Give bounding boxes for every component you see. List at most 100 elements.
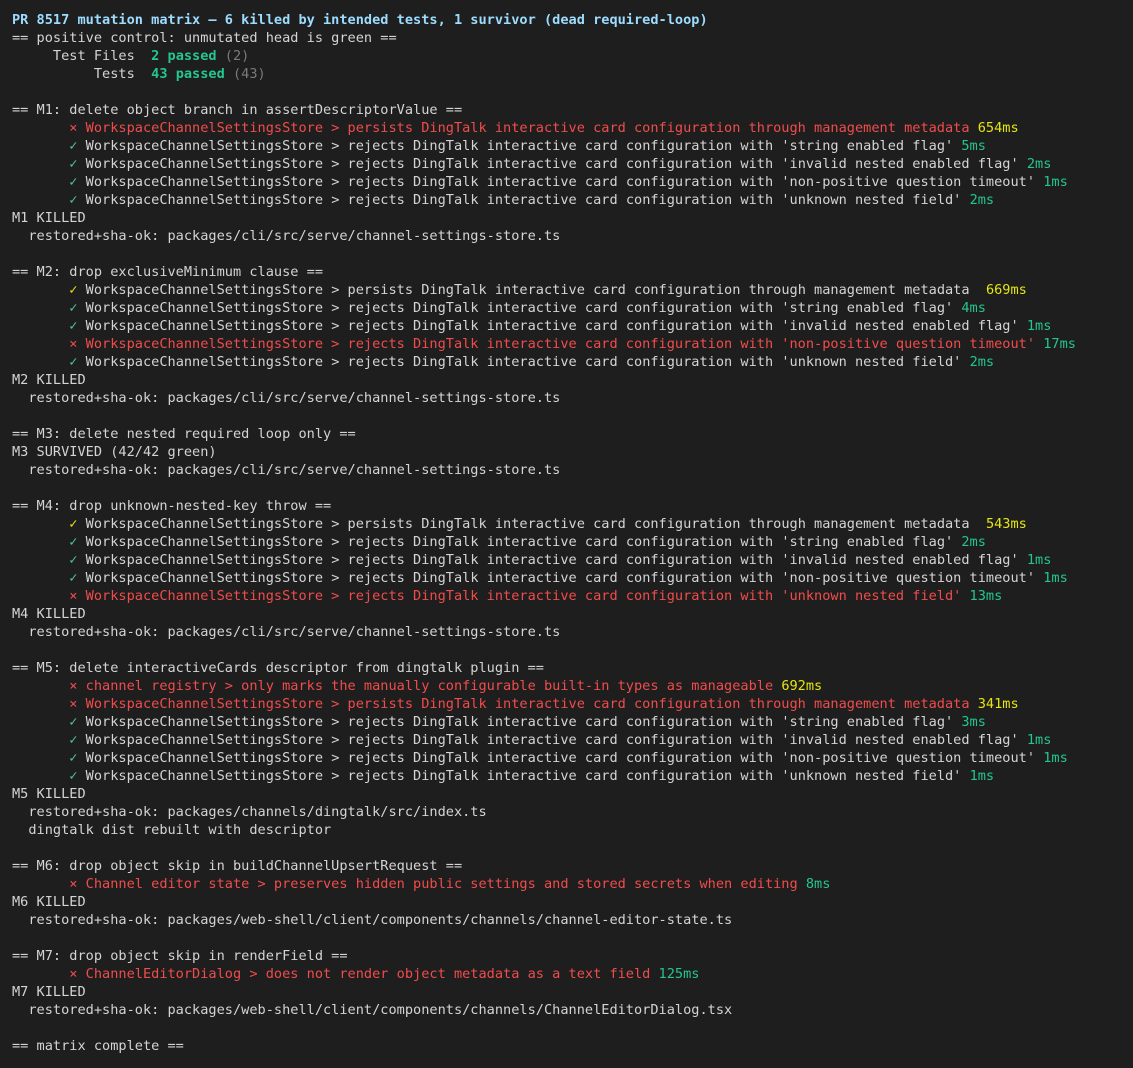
terminal-line: PR 8517 mutation matrix — 6 killed by in…	[12, 11, 1133, 29]
line-segment: 125ms	[658, 966, 700, 982]
line-segment: × WorkspaceChannelSettingsStore > persis…	[12, 696, 978, 712]
line-segment: 4ms	[961, 300, 986, 316]
line-segment: 2ms	[969, 192, 995, 208]
terminal-line: ✓ WorkspaceChannelSettingsStore > reject…	[12, 173, 1133, 191]
line-segment: 5ms	[961, 138, 986, 154]
line-segment: == M6: drop object skip in buildChannelU…	[12, 858, 463, 874]
line-segment: M2 KILLED	[12, 372, 86, 388]
line-segment: × Channel editor state > preserves hidde…	[12, 876, 806, 892]
line-segment: 1ms	[1026, 732, 1052, 748]
terminal-line: ✓ WorkspaceChannelSettingsStore > reject…	[12, 551, 1133, 569]
terminal-line: × WorkspaceChannelSettingsStore > persis…	[12, 695, 1133, 713]
terminal-line: restored+sha-ok: packages/channels/dingt…	[12, 803, 1133, 821]
line-segment: WorkspaceChannelSettingsStore > rejects …	[77, 570, 1044, 586]
line-segment: × WorkspaceChannelSettingsStore > reject…	[12, 336, 1044, 352]
line-segment: ✓	[12, 732, 78, 748]
line-segment: ✓	[12, 768, 78, 784]
line-segment: M1 KILLED	[12, 210, 86, 226]
terminal-line: restored+sha-ok: packages/cli/src/serve/…	[12, 461, 1133, 479]
line-segment: WorkspaceChannelSettingsStore > rejects …	[77, 300, 962, 316]
line-segment: Test Files	[12, 48, 152, 64]
line-segment: WorkspaceChannelSettingsStore > rejects …	[77, 192, 970, 208]
line-segment: restored+sha-ok: packages/cli/src/serve/…	[12, 462, 561, 478]
line-segment: ✓	[12, 300, 78, 316]
line-segment: WorkspaceChannelSettingsStore > rejects …	[77, 534, 962, 550]
line-segment: 1ms	[1043, 570, 1068, 586]
terminal-line: ✓ WorkspaceChannelSettingsStore > reject…	[12, 713, 1133, 731]
terminal-line: × WorkspaceChannelSettingsStore > reject…	[12, 335, 1133, 353]
terminal-line: == M1: delete object branch in assertDes…	[12, 101, 1133, 119]
line-segment: restored+sha-ok: packages/web-shell/clie…	[12, 912, 733, 928]
line-segment: WorkspaceChannelSettingsStore > rejects …	[77, 714, 962, 730]
terminal-line: M6 KILLED	[12, 893, 1133, 911]
terminal-line: ✓ WorkspaceChannelSettingsStore > reject…	[12, 749, 1133, 767]
line-segment: == M4: drop unknown-nested-key throw ==	[12, 498, 332, 514]
line-segment: × channel registry > only marks the manu…	[12, 678, 782, 694]
line-segment: 543ms	[985, 516, 1027, 532]
line-segment: M7 KILLED	[12, 984, 86, 1000]
line-segment: M6 KILLED	[12, 894, 86, 910]
line-segment: WorkspaceChannelSettingsStore > rejects …	[77, 156, 1027, 172]
line-segment: restored+sha-ok: packages/cli/src/serve/…	[12, 624, 561, 640]
line-segment: ✓	[12, 318, 78, 334]
terminal-line: M2 KILLED	[12, 371, 1133, 389]
line-segment: ✓	[12, 156, 78, 172]
line-segment: restored+sha-ok: packages/cli/src/serve/…	[12, 390, 561, 406]
terminal-line: restored+sha-ok: packages/cli/src/serve/…	[12, 227, 1133, 245]
line-segment: 2ms	[1026, 156, 1052, 172]
line-segment: WorkspaceChannelSettingsStore > rejects …	[77, 768, 970, 784]
line-segment: dingtalk dist rebuilt with descriptor	[12, 822, 332, 838]
line-segment: ✓	[12, 714, 78, 730]
line-segment: 692ms	[781, 678, 823, 694]
terminal-line: ✓ WorkspaceChannelSettingsStore > reject…	[12, 191, 1133, 209]
line-segment: == matrix complete ==	[12, 1038, 184, 1054]
terminal-line: ✓ WorkspaceChannelSettingsStore > persis…	[12, 281, 1133, 299]
terminal-output: PR 8517 mutation matrix — 6 killed by in…	[0, 0, 1133, 1055]
line-segment: WorkspaceChannelSettingsStore > persists…	[77, 516, 986, 532]
line-segment: 2ms	[961, 534, 986, 550]
terminal-line: == M2: drop exclusiveMinimum clause ==	[12, 263, 1133, 281]
line-segment: restored+sha-ok: packages/cli/src/serve/…	[12, 228, 561, 244]
line-segment: ✓	[12, 192, 78, 208]
terminal-line: == M5: delete interactiveCards descripto…	[12, 659, 1133, 677]
terminal-line: == M4: drop unknown-nested-key throw ==	[12, 497, 1133, 515]
terminal-line: × WorkspaceChannelSettingsStore > reject…	[12, 587, 1133, 605]
terminal-line: × Channel editor state > preserves hidde…	[12, 875, 1133, 893]
terminal-line: ✓ WorkspaceChannelSettingsStore > reject…	[12, 353, 1133, 371]
terminal-line: M4 KILLED	[12, 605, 1133, 623]
line-segment: WorkspaceChannelSettingsStore > rejects …	[77, 732, 1027, 748]
terminal-line: M5 KILLED	[12, 785, 1133, 803]
line-segment: 3ms	[961, 714, 986, 730]
line-segment: WorkspaceChannelSettingsStore > rejects …	[77, 138, 962, 154]
terminal-line: dingtalk dist rebuilt with descriptor	[12, 821, 1133, 839]
terminal-line: ✓ WorkspaceChannelSettingsStore > reject…	[12, 533, 1133, 551]
terminal-line: restored+sha-ok: packages/cli/src/serve/…	[12, 389, 1133, 407]
line-segment: ✓	[12, 552, 78, 568]
line-segment: restored+sha-ok: packages/web-shell/clie…	[12, 1002, 733, 1018]
line-segment: 13ms	[969, 588, 1003, 604]
line-segment: ✓	[12, 282, 78, 298]
line-segment: WorkspaceChannelSettingsStore > rejects …	[77, 750, 1044, 766]
line-segment: 2ms	[969, 354, 995, 370]
line-segment: × ChannelEditorDialog > does not render …	[12, 966, 659, 982]
terminal-line: == positive control: unmutated head is g…	[12, 29, 1133, 47]
terminal-line: ✓ WorkspaceChannelSettingsStore > reject…	[12, 155, 1133, 173]
line-segment: (2)	[216, 48, 250, 64]
line-segment: == M7: drop object skip in renderField =…	[12, 948, 348, 964]
terminal-line: M3 SURVIVED (42/42 green)	[12, 443, 1133, 461]
line-segment: WorkspaceChannelSettingsStore > rejects …	[77, 552, 1027, 568]
line-segment: 17ms	[1043, 336, 1076, 352]
terminal-line: == M7: drop object skip in renderField =…	[12, 947, 1133, 965]
terminal-line: M7 KILLED	[12, 983, 1133, 1001]
line-segment: ✓	[12, 750, 78, 766]
line-segment: 1ms	[1026, 318, 1052, 334]
line-segment: == M2: drop exclusiveMinimum clause ==	[12, 264, 323, 280]
terminal-line: ✓ WorkspaceChannelSettingsStore > persis…	[12, 515, 1133, 533]
